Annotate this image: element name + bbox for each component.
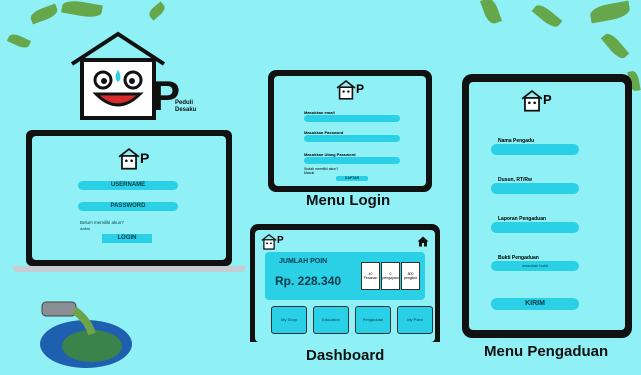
caption-login: Menu Login <box>306 192 391 209</box>
complaint-screen: P Nama Pengadu Dusun, RT/Rw Laporan Peng… <box>469 82 625 330</box>
login-button[interactable]: LOGIN <box>102 234 152 243</box>
stat-box: 40 Pesanan <box>361 262 380 290</box>
leaf-decoration <box>588 0 632 24</box>
no-account-text: Belum memiliki akun? <box>80 220 124 225</box>
pollution-illustration <box>36 300 136 370</box>
leaf-decoration <box>28 3 60 25</box>
address-field[interactable] <box>491 183 579 194</box>
password-field[interactable] <box>304 135 400 142</box>
home-icon[interactable] <box>417 236 429 247</box>
logo-icon <box>118 148 140 170</box>
caption-dashboard: Dashboard <box>306 347 385 364</box>
register-link[interactable]: daftar <box>80 226 90 231</box>
laptop-mockup: P USERNAME PASSWORD Belum memiliki akun?… <box>12 130 246 272</box>
upload-proof-button[interactable]: masukan bukti <box>491 261 579 271</box>
points-label: JUMLAH POIN <box>279 258 328 265</box>
brand-text: Peduli Desaku <box>175 100 197 113</box>
dashboard-screen: P JUMLAH POIN Rp. 228.340 40 Pesanan 0 p… <box>255 230 435 342</box>
login-screen: P Masukkan email Masukkan Password Masuk… <box>274 76 426 186</box>
username-field[interactable]: USERNAME <box>78 181 178 190</box>
password-confirm-field[interactable] <box>304 157 400 164</box>
leaf-decoration <box>6 31 32 51</box>
tablet-login-mockup: P Masukkan email Masukkan Password Masuk… <box>268 70 432 192</box>
logo-letter: P <box>277 235 284 246</box>
register-button[interactable]: DAFTAR <box>336 176 368 181</box>
logo-letter: P <box>140 150 150 166</box>
signin-link[interactable]: Masuk <box>304 171 314 175</box>
report-field[interactable] <box>491 222 579 233</box>
email-field[interactable] <box>304 115 400 122</box>
logo-letter: P <box>543 92 552 107</box>
tablet-complaint-mockup: P Nama Pengadu Dusun, RT/Rw Laporan Peng… <box>462 74 632 338</box>
logo-icon <box>336 80 356 100</box>
nav-button-pengaduan[interactable]: Pengaduan <box>355 306 391 334</box>
leaf-decoration <box>600 30 630 62</box>
password-field[interactable]: PASSWORD <box>78 202 178 211</box>
leaf-decoration <box>479 0 503 26</box>
points-card: JUMLAH POIN Rp. 228.340 40 Pesanan 0 pen… <box>265 252 425 300</box>
nav-button-my-point[interactable]: My Point <box>397 306 433 334</box>
leaf-decoration <box>61 0 103 20</box>
logo-letter: P <box>356 82 365 96</box>
nav-button-my-shop[interactable]: My Shop <box>271 306 307 334</box>
brand-logo: P Peduli Desaku <box>68 30 208 122</box>
points-value: Rp. 228.340 <box>275 274 342 288</box>
stat-box: 0 pengajuan <box>381 262 400 290</box>
submit-complaint-button[interactable]: KIRIM <box>491 298 579 310</box>
stat-box: 800 pengikut <box>401 262 420 290</box>
logo-icon <box>521 90 543 112</box>
logo-icon <box>261 234 277 250</box>
laptop-base <box>12 266 246 272</box>
caption-complaint: Menu Pengaduan <box>484 343 609 360</box>
name-field[interactable] <box>491 144 579 155</box>
leaf-decoration <box>531 1 563 31</box>
dashboard-mockup: P JUMLAH POIN Rp. 228.340 40 Pesanan 0 p… <box>250 224 440 342</box>
laptop-screen: P USERNAME PASSWORD Belum memiliki akun?… <box>32 136 226 260</box>
nav-button-education[interactable]: Education <box>313 306 349 334</box>
leaf-decoration <box>146 1 168 21</box>
polluted-water-icon <box>40 301 132 368</box>
